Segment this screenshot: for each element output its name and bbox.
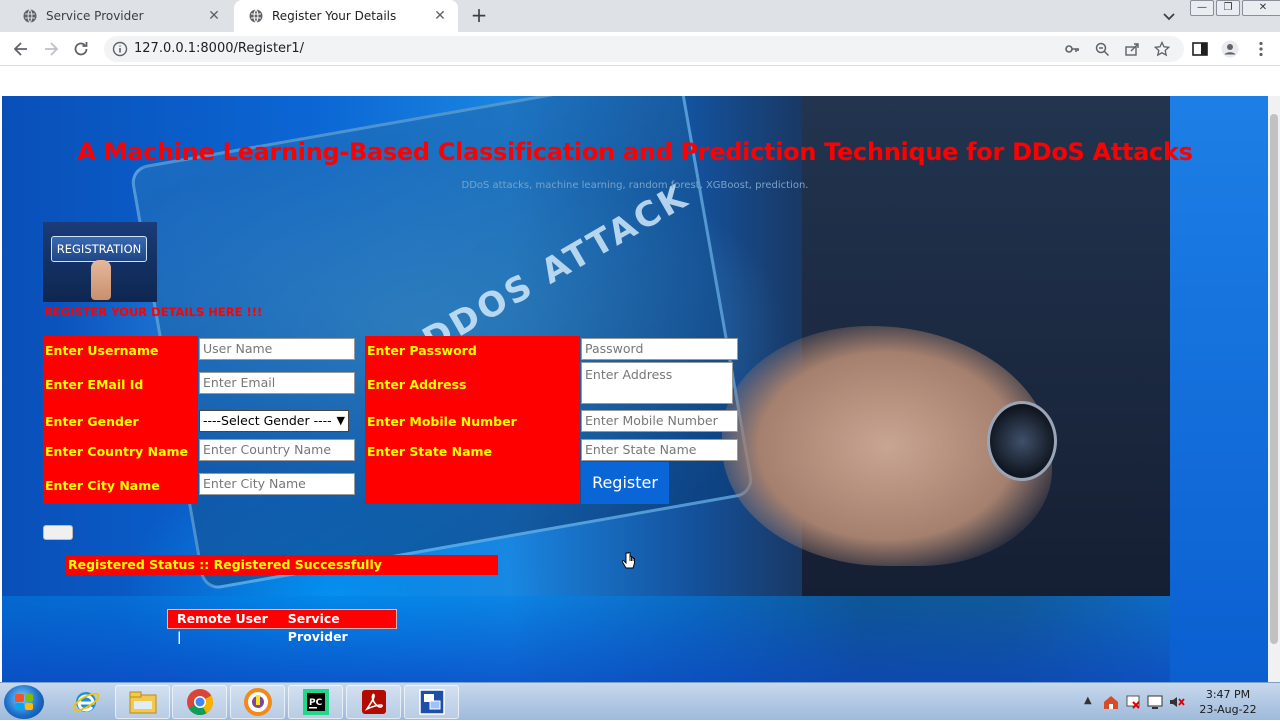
registration-image: REGISTRATION [43, 222, 157, 302]
form-left-labels: Enter Username Enter EMail Id Enter Gend… [43, 336, 198, 504]
mobile-input[interactable]: Enter Mobile Number [581, 410, 738, 432]
globe-icon [22, 8, 38, 24]
close-tab-icon[interactable]: ✕ [432, 8, 448, 24]
hand-cursor-icon [621, 551, 636, 572]
reload-icon[interactable] [71, 39, 91, 59]
email-input[interactable]: Enter Email [199, 372, 355, 394]
password-input[interactable]: Password [581, 338, 738, 360]
key-icon[interactable] [1064, 41, 1080, 57]
page-scrollbar[interactable] [1268, 96, 1280, 682]
scrollbar-thumb[interactable] [1270, 114, 1278, 644]
register-button[interactable]: Register [581, 462, 669, 504]
gender-selected-value: ----Select Gender ---- [203, 413, 332, 428]
close-tab-icon[interactable]: ✕ [206, 8, 222, 24]
volume-muted-icon[interactable] [1168, 693, 1186, 715]
username-input[interactable]: User Name [199, 338, 355, 360]
nav-links: Remote User | Service Provider [167, 609, 397, 644]
gender-select[interactable]: ----Select Gender ---- ▼ [199, 410, 349, 432]
restore-icon[interactable]: ❐ [1216, 0, 1240, 16]
address-textarea[interactable]: Enter Address [581, 362, 733, 404]
country-input[interactable]: Enter Country Name [199, 439, 355, 461]
tab-service-provider[interactable]: Service Provider ✕ [8, 0, 232, 32]
more-vertical-icon[interactable] [1252, 40, 1270, 58]
flag-alert-icon[interactable] [1124, 693, 1142, 715]
new-tab-plus-icon[interactable]: + [468, 4, 490, 26]
internet-explorer-icon[interactable] [58, 685, 113, 719]
background-watch-image [987, 401, 1057, 481]
profile-avatar-icon[interactable] [1221, 40, 1239, 58]
gender-label: Enter Gender [45, 414, 139, 429]
close-window-icon[interactable]: ✕ [1242, 0, 1280, 16]
state-input[interactable]: Enter State Name [581, 439, 738, 461]
back-arrow-icon[interactable] [11, 39, 31, 59]
svg-text:PC: PC [309, 698, 323, 708]
windows-logo-icon [15, 694, 33, 710]
page-title: A Machine Learning-Based Classification … [77, 138, 1193, 166]
address-label: Enter Address [367, 377, 467, 392]
clock-date: 23-Aug-22 [1199, 703, 1257, 716]
forward-arrow-icon[interactable] [41, 39, 61, 59]
tor-browser-icon[interactable] [230, 685, 285, 719]
page-subtitle: DDoS attacks, machine learning, random f… [461, 180, 809, 191]
register-note: REGISTER YOUR DETAILS HERE !!! [44, 305, 263, 319]
sidebar-icon[interactable] [1191, 40, 1209, 58]
state-label: Enter State Name [367, 444, 493, 459]
mobile-label: Enter Mobile Number [367, 414, 517, 429]
password-label: Enter Password [367, 343, 477, 358]
clock-time: 3:47 PM [1205, 688, 1251, 701]
browser-toolbar: 127.0.0.1:8000/Register1/ [0, 32, 1280, 66]
app-window-icon[interactable] [404, 685, 459, 719]
city-label: Enter City Name [45, 478, 160, 493]
zoom-icon[interactable] [1094, 41, 1110, 57]
globe-icon [248, 8, 264, 24]
minimize-icon[interactable]: — [1190, 0, 1214, 16]
username-label: Enter Username [45, 343, 159, 358]
select-arrow-icon: ▼ [336, 414, 345, 427]
acrobat-icon[interactable] [346, 685, 401, 719]
address-bar[interactable]: 127.0.0.1:8000/Register1/ [104, 36, 1184, 62]
pointing-finger-icon [91, 260, 111, 300]
remote-user-link[interactable]: Remote User | [177, 610, 270, 644]
start-button[interactable] [4, 685, 44, 719]
show-hidden-icons-icon[interactable]: ▲ [1084, 695, 1092, 706]
browser-tab-bar: Service Provider ✕ Register Your Details… [0, 0, 1280, 32]
network-home-icon[interactable] [1102, 693, 1120, 715]
background-ddos-text: DDOS ATTACK [415, 175, 697, 361]
small-button[interactable] [43, 525, 73, 540]
share-icon[interactable] [1124, 41, 1140, 57]
tab-title: Service Provider [46, 9, 144, 23]
display-icon[interactable] [1146, 693, 1164, 715]
info-icon[interactable] [112, 41, 128, 57]
registration-badge: REGISTRATION [51, 236, 147, 262]
city-input[interactable]: Enter City Name [199, 473, 355, 495]
email-label: Enter EMail Id [45, 377, 144, 392]
star-icon[interactable] [1153, 40, 1171, 57]
chrome-icon[interactable] [172, 685, 227, 719]
tab-title: Register Your Details [272, 9, 397, 23]
country-label: Enter Country Name [45, 444, 189, 459]
url-text: 127.0.0.1:8000/Register1/ [134, 41, 305, 56]
system-clock[interactable]: 3:47 PM 23-Aug-22 [1196, 687, 1260, 717]
form-right-labels: Enter Password Enter Address Enter Mobil… [365, 336, 580, 504]
page-content: DDOS ATTACK A Machine Learning-Based Cla… [2, 96, 1268, 682]
chevron-down-icon[interactable] [1160, 7, 1178, 25]
file-explorer-icon[interactable] [115, 685, 170, 719]
tab-register-details[interactable]: Register Your Details ✕ [234, 0, 458, 32]
service-provider-link[interactable]: Service Provider [288, 610, 396, 644]
pycharm-icon[interactable]: PC [288, 685, 343, 719]
windows-taskbar: PC ▲ 3:47 PM 23-Aug-22 [0, 682, 1280, 720]
status-message: Registered Status :: Registered Successf… [66, 555, 498, 575]
window-controls: — ❐ ✕ [1190, 0, 1280, 16]
